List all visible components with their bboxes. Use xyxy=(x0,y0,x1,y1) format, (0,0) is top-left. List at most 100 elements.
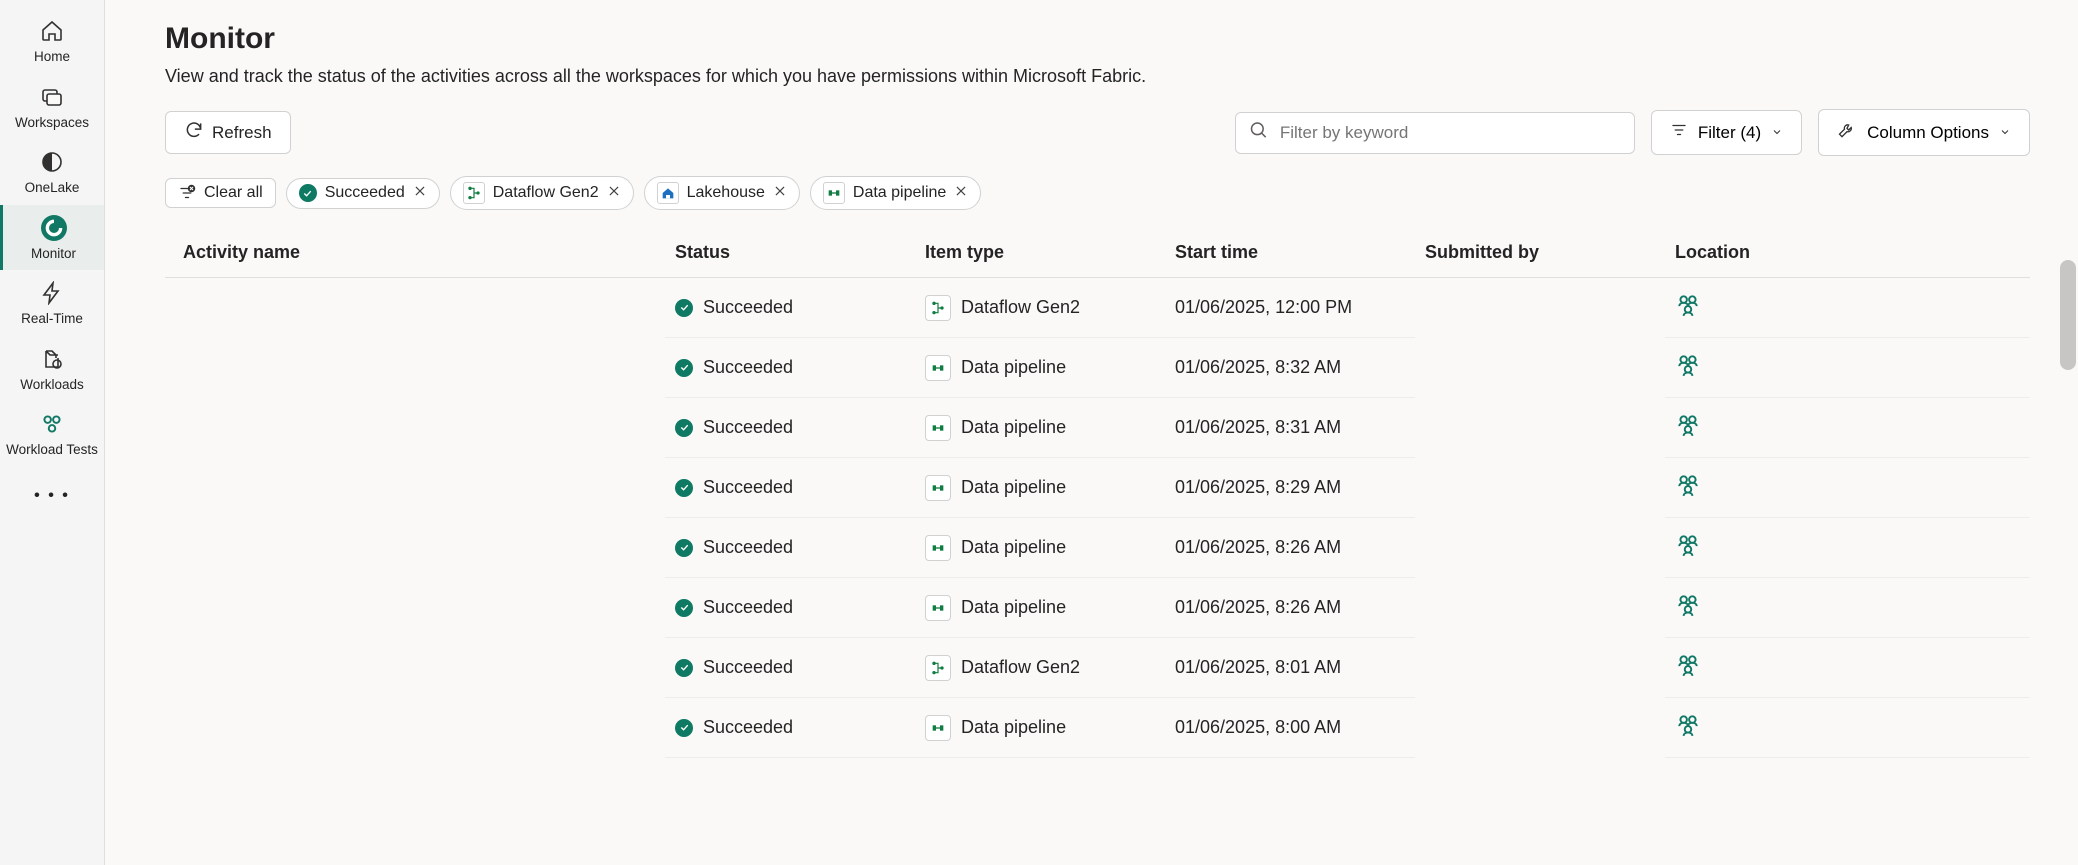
lakehouse-icon xyxy=(657,182,679,204)
cell-submitted-by xyxy=(1415,458,1665,518)
cell-submitted-by xyxy=(1415,518,1665,578)
workspace-icon xyxy=(1675,652,1701,683)
filter-chips-row: Clear all Succeeded Dataflow Gen2 xyxy=(165,176,2030,210)
status-succeeded-icon xyxy=(675,599,693,617)
pipeline-icon xyxy=(925,475,951,501)
cell-item-type: Dataflow Gen2 xyxy=(915,278,1165,338)
table-row[interactable]: SucceededData pipeline01/06/2025, 8:31 A… xyxy=(165,398,2030,458)
chip-lakehouse[interactable]: Lakehouse xyxy=(644,176,800,210)
scrollbar-thumb[interactable] xyxy=(2060,260,2076,370)
sidebar-item-monitor[interactable]: Monitor xyxy=(0,205,104,271)
workspace-icon xyxy=(1675,412,1701,443)
cell-start-time: 01/06/2025, 8:32 AM xyxy=(1165,338,1415,398)
sidebar-item-home[interactable]: Home xyxy=(0,8,104,74)
table-row[interactable]: SucceededData pipeline01/06/2025, 8:29 A… xyxy=(165,458,2030,518)
col-start-time[interactable]: Start time xyxy=(1165,228,1415,278)
table-row[interactable]: SucceededData pipeline01/06/2025, 8:32 A… xyxy=(165,338,2030,398)
column-options-label: Column Options xyxy=(1867,123,1989,143)
workloads-icon xyxy=(39,346,65,372)
search-icon xyxy=(1249,120,1269,145)
cell-status: Succeeded xyxy=(665,578,915,638)
main-content: Monitor View and track the status of the… xyxy=(105,0,2078,865)
cell-location xyxy=(1665,338,2030,398)
chip-succeeded[interactable]: Succeeded xyxy=(286,178,440,209)
cell-submitted-by xyxy=(1415,398,1665,458)
cell-location xyxy=(1665,578,2030,638)
cell-submitted-by xyxy=(1415,578,1665,638)
cell-start-time: 01/06/2025, 8:00 AM xyxy=(1165,698,1415,758)
pipeline-icon xyxy=(925,415,951,441)
sidebar-item-onelake[interactable]: OneLake xyxy=(0,139,104,205)
cell-item-type: Data pipeline xyxy=(915,518,1165,578)
sidebar-item-label: OneLake xyxy=(25,179,80,197)
close-icon[interactable] xyxy=(607,184,621,203)
sidebar-item-workload-tests[interactable]: Workload Tests xyxy=(0,401,104,467)
col-activity-name[interactable]: Activity name xyxy=(165,228,665,278)
sidebar-item-label: Workloads xyxy=(20,376,84,394)
activity-table: Activity name Status Item type Start tim… xyxy=(165,228,2030,758)
table-row[interactable]: SucceededData pipeline01/06/2025, 8:26 A… xyxy=(165,578,2030,638)
status-succeeded-icon xyxy=(675,479,693,497)
activity-table-wrapper[interactable]: Activity name Status Item type Start tim… xyxy=(105,228,2078,865)
cell-submitted-by xyxy=(1415,698,1665,758)
cell-location xyxy=(1665,638,2030,698)
col-submitted-by[interactable]: Submitted by xyxy=(1415,228,1665,278)
close-icon[interactable] xyxy=(954,184,968,203)
filter-button[interactable]: Filter (4) xyxy=(1651,110,1802,155)
table-row[interactable]: SucceededData pipeline01/06/2025, 8:00 A… xyxy=(165,698,2030,758)
sidebar-more-button[interactable]: • • • xyxy=(34,475,70,517)
sidebar-item-workloads[interactable]: Workloads xyxy=(0,336,104,402)
cell-status: Succeeded xyxy=(665,698,915,758)
monitor-icon xyxy=(41,215,67,241)
chip-label: Data pipeline xyxy=(853,184,946,202)
clear-all-label: Clear all xyxy=(204,184,263,202)
workload-tests-icon xyxy=(39,411,65,437)
cell-location xyxy=(1665,518,2030,578)
cell-location xyxy=(1665,398,2030,458)
sidebar-item-realtime[interactable]: Real-Time xyxy=(0,270,104,336)
table-row[interactable]: SucceededData pipeline01/06/2025, 8:26 A… xyxy=(165,518,2030,578)
pipeline-icon xyxy=(925,355,951,381)
clear-all-chip[interactable]: Clear all xyxy=(165,178,276,208)
dataflow-icon xyxy=(463,182,485,204)
table-row[interactable]: SucceededDataflow Gen201/06/2025, 12:00 … xyxy=(165,278,2030,338)
sidebar: Home Workspaces OneLake Monitor Real-Tim… xyxy=(0,0,105,865)
chip-label: Succeeded xyxy=(325,184,405,202)
cell-item-type: Data pipeline xyxy=(915,338,1165,398)
cell-start-time: 01/06/2025, 8:26 AM xyxy=(1165,578,1415,638)
table-row[interactable]: SucceededDataflow Gen201/06/2025, 8:01 A… xyxy=(165,638,2030,698)
close-icon[interactable] xyxy=(413,184,427,203)
search-wrapper xyxy=(1235,112,1635,154)
filter-label: Filter (4) xyxy=(1698,123,1761,143)
workspace-icon xyxy=(1675,292,1701,323)
search-input[interactable] xyxy=(1235,112,1635,154)
sidebar-item-label: Home xyxy=(34,48,70,66)
cell-activity-name xyxy=(165,578,665,638)
cell-start-time: 01/06/2025, 12:00 PM xyxy=(1165,278,1415,338)
workspace-icon xyxy=(1675,352,1701,383)
chip-label: Lakehouse xyxy=(687,184,765,202)
close-icon[interactable] xyxy=(773,184,787,203)
chevron-down-icon xyxy=(1771,123,1783,143)
page-title: Monitor xyxy=(165,22,2030,56)
col-location[interactable]: Location xyxy=(1665,228,2030,278)
cell-location xyxy=(1665,698,2030,758)
realtime-icon xyxy=(39,280,65,306)
col-item-type[interactable]: Item type xyxy=(915,228,1165,278)
cell-start-time: 01/06/2025, 8:01 AM xyxy=(1165,638,1415,698)
chip-dataflow-gen2[interactable]: Dataflow Gen2 xyxy=(450,176,634,210)
pipeline-icon xyxy=(925,715,951,741)
cell-activity-name xyxy=(165,698,665,758)
cell-start-time: 01/06/2025, 8:26 AM xyxy=(1165,518,1415,578)
col-status[interactable]: Status xyxy=(665,228,915,278)
wrench-icon xyxy=(1837,120,1857,145)
chip-data-pipeline[interactable]: Data pipeline xyxy=(810,176,981,210)
cell-start-time: 01/06/2025, 8:31 AM xyxy=(1165,398,1415,458)
status-succeeded-icon xyxy=(299,184,317,202)
sidebar-item-workspaces[interactable]: Workspaces xyxy=(0,74,104,140)
status-succeeded-icon xyxy=(675,419,693,437)
refresh-button[interactable]: Refresh xyxy=(165,111,291,154)
refresh-icon xyxy=(184,120,204,145)
cell-submitted-by xyxy=(1415,278,1665,338)
column-options-button[interactable]: Column Options xyxy=(1818,109,2030,156)
